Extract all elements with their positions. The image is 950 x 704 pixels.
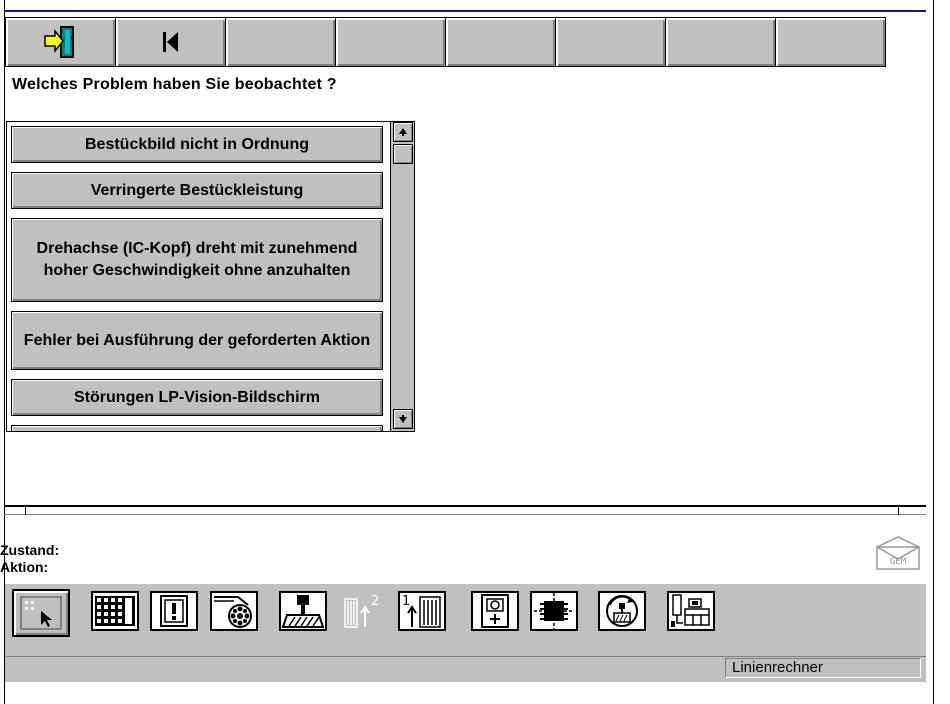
separator — [4, 505, 926, 507]
question-heading: Welches Problem haben Sie beobachtet ? — [12, 76, 337, 93]
state-label: Zustand: — [0, 542, 60, 558]
scroll-up-button[interactable] — [393, 122, 413, 142]
arrow-down-icon — [399, 415, 407, 423]
machine-station-icon — [671, 594, 710, 627]
stack-1-icon: 1 — [402, 594, 441, 628]
level-2-button[interactable]: 2 — [339, 591, 387, 631]
separator-tick — [898, 505, 899, 515]
problem-option[interactable]: Drehachse (IC-Kopf) dreht mit zunehmend … — [11, 218, 383, 302]
svg-text:2: 2 — [371, 594, 379, 609]
scroll-thumb[interactable] — [393, 144, 413, 164]
select-cursor-icon — [20, 596, 62, 630]
toolbar-button-3[interactable] — [225, 17, 336, 67]
component-button[interactable] — [530, 591, 578, 631]
rotate-nozzle-button[interactable] — [598, 591, 646, 631]
exit-door-icon — [43, 26, 74, 58]
component-chip-icon — [534, 593, 574, 629]
separator-tick — [25, 505, 26, 515]
toolbar-button-5[interactable] — [445, 17, 556, 67]
action-label: Aktion: — [0, 559, 49, 575]
svg-text:1: 1 — [402, 594, 410, 609]
gem-label: GEM — [889, 557, 907, 567]
title-divider — [4, 10, 926, 12]
first-page-icon — [162, 32, 178, 52]
stack-2-icon: 2 — [344, 594, 379, 628]
list-scrollbar[interactable] — [390, 122, 414, 431]
placement-head-icon — [281, 595, 325, 628]
camera-button[interactable] — [471, 591, 519, 631]
feeder-table-button[interactable] — [91, 591, 139, 631]
arrow-up-icon — [399, 128, 407, 136]
toolbar-button-6[interactable] — [555, 17, 666, 67]
tape-reel-icon — [214, 596, 252, 628]
problem-option-partial[interactable] — [11, 425, 383, 431]
bottom-toolbar: 2 1 — [5, 584, 926, 656]
machine-station-button[interactable] — [667, 591, 715, 631]
scroll-down-button[interactable] — [393, 409, 413, 429]
tape-reel-button[interactable] — [210, 591, 258, 631]
placement-head-button[interactable] — [279, 591, 327, 631]
level-1-button[interactable]: 1 — [398, 591, 446, 631]
toolbar-button-4[interactable] — [335, 17, 446, 67]
top-toolbar — [5, 17, 886, 67]
alert-button[interactable] — [150, 591, 198, 631]
problem-option[interactable]: Störungen LP-Vision-Bildschirm — [11, 379, 383, 416]
toolbar-button-7[interactable] — [665, 17, 776, 67]
feeder-table-icon — [95, 596, 135, 626]
first-page-button[interactable] — [115, 17, 226, 67]
alert-icon — [160, 595, 188, 627]
rotate-nozzle-icon — [606, 595, 638, 627]
select-mode-button[interactable] — [12, 589, 70, 637]
exit-button[interactable] — [5, 17, 116, 67]
host-status: Linienrechner — [725, 658, 921, 678]
problem-option[interactable]: Bestückbild nicht in Ordnung — [11, 126, 383, 163]
problem-list: Bestückbild nicht in Ordnung Verringerte… — [6, 121, 415, 432]
problem-option[interactable]: Verringerte Bestückleistung — [11, 172, 383, 209]
problem-option[interactable]: Fehler bei Ausführung der geforderten Ak… — [11, 311, 383, 370]
separator — [4, 514, 926, 515]
gem-indicator[interactable]: GEM — [875, 535, 921, 573]
toolbar-button-8[interactable] — [775, 17, 886, 67]
camera-icon — [481, 594, 509, 628]
